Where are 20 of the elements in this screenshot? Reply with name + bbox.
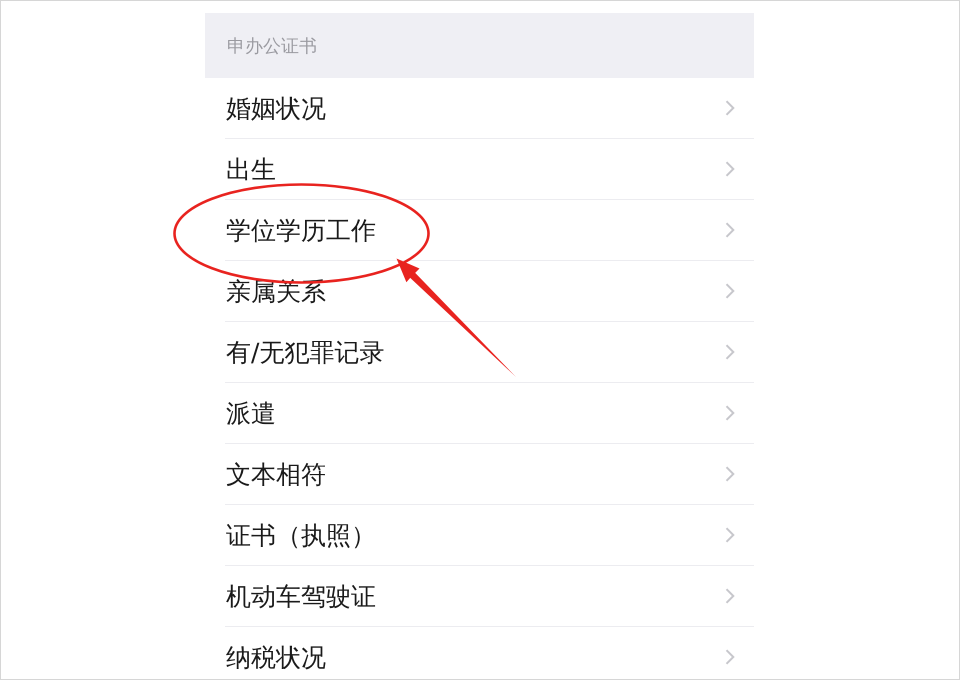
chevron-icon <box>725 466 735 482</box>
item-label: 出生 <box>225 154 276 186</box>
chevron-icon <box>725 344 735 360</box>
item-label: 文本相符 <box>225 458 326 490</box>
section-title: 申办公证书 <box>227 34 317 58</box>
chevron-icon <box>725 222 735 238</box>
chevron-icon <box>725 527 735 543</box>
item-label: 派遣 <box>225 398 276 430</box>
item-label: 婚姻状况 <box>225 92 326 124</box>
item-label: 学位学历工作 <box>225 214 376 246</box>
chevron-icon <box>725 283 735 299</box>
chevron-icon <box>725 649 735 665</box>
item-label: 纳税状况 <box>225 642 326 674</box>
chevron-icon <box>725 161 735 177</box>
chevron-icon <box>725 588 735 604</box>
item-label: 机动车驾驶证 <box>225 580 376 612</box>
chevron-icon <box>725 405 735 421</box>
item-label: 证书（执照） <box>225 520 376 552</box>
item-label: 有/无犯罪记录 <box>225 336 384 368</box>
chevron-icon <box>725 100 735 116</box>
